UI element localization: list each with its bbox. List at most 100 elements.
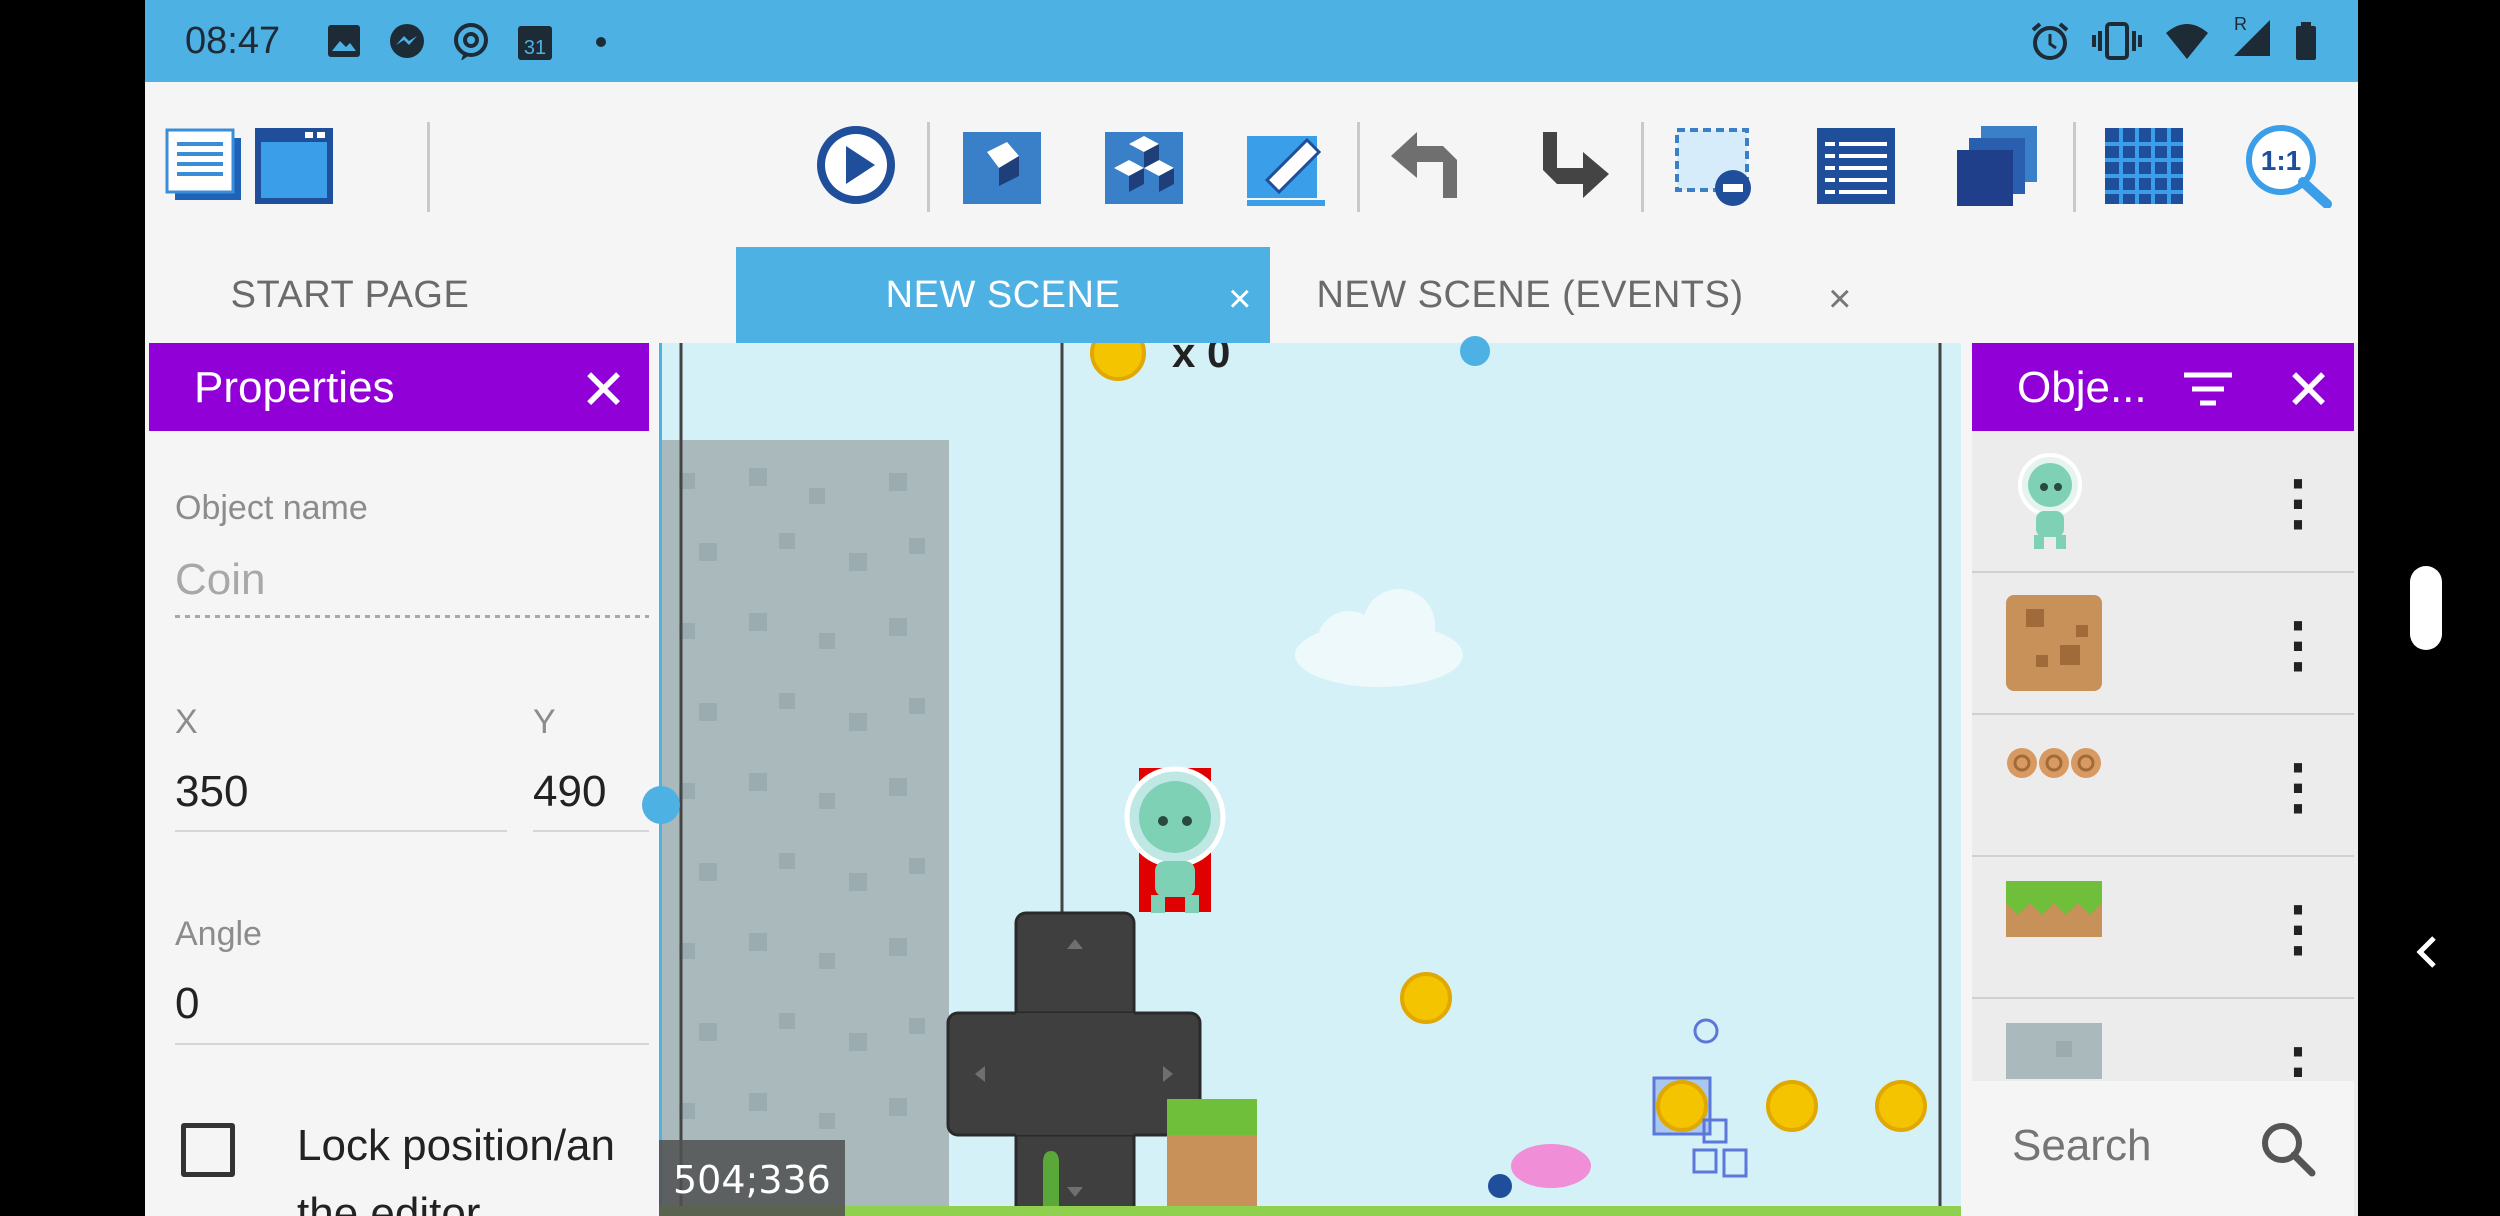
undo-icon [1391, 132, 1457, 198]
edit-layers-button[interactable] [1243, 122, 1329, 208]
log-platform-thumbnail [2007, 748, 2101, 778]
ball-sprite [1488, 1174, 1512, 1198]
more-vert-icon[interactable]: ⋮ [2268, 473, 2328, 533]
scene-window-button[interactable] [251, 122, 337, 208]
tab-new-scene-events[interactable]: NEW SCENE (EVENTS) × [1270, 247, 1870, 343]
properties-title: Properties [194, 363, 395, 412]
lock-position-label-line2: the editor [297, 1189, 481, 1216]
redo-button[interactable] [1527, 122, 1613, 208]
toolbar: 1:1 [145, 82, 2358, 247]
cursor-coordinates: 504;336 [659, 1140, 845, 1216]
messenger-icon [390, 24, 424, 58]
layers-button[interactable] [1955, 122, 2041, 208]
instances-list-icon [1817, 128, 1895, 204]
angle-underline [175, 1043, 649, 1045]
object-item-dirt[interactable]: ⋮ [1972, 573, 2354, 715]
x-label: X [175, 703, 198, 741]
edit-groups-icon [1105, 132, 1183, 204]
dot-icon [596, 37, 606, 47]
more-vert-icon[interactable]: ⋮ [2268, 615, 2328, 675]
object-name-label: Object name [175, 489, 368, 527]
objects-panel: Obje... ✕ ⋮ ⋮ ⋮ ⋮ ⋮ [1972, 343, 2358, 1216]
calendar-icon: 31 [518, 26, 552, 60]
grid-button[interactable] [2101, 122, 2187, 208]
more-vert-icon[interactable]: ⋮ [2268, 899, 2328, 959]
close-icon[interactable]: ✕ [580, 357, 627, 423]
signal-badge: R [2234, 14, 2247, 34]
object-search-bar [1972, 1081, 2354, 1216]
object-item-logs[interactable]: ⋮ [1972, 715, 2354, 857]
toolbar-divider [1641, 122, 1644, 212]
tab-start-page[interactable]: START PAGE [145, 247, 515, 343]
close-icon[interactable]: ✕ [2285, 357, 2332, 423]
edit-groups-button[interactable] [1101, 122, 1187, 208]
scene-canvas[interactable]: x 0 [659, 343, 1961, 1216]
angle-field[interactable]: 0 [175, 979, 199, 1029]
grass-ground-thumbnail [2006, 881, 2102, 937]
project-manager-icon [165, 128, 241, 200]
search-icon[interactable] [2258, 1119, 2318, 1179]
more-vert-icon[interactable]: ⋮ [2268, 757, 2328, 817]
toolbar-divider [2073, 122, 2076, 212]
back-icon[interactable] [2408, 932, 2444, 972]
slime-enemy-sprite [1511, 1144, 1591, 1188]
toolbar-divider [1357, 122, 1360, 212]
properties-panel: Properties ✕ Object name Coin X Y 350 49… [149, 343, 649, 1216]
lock-position-checkbox[interactable] [181, 1123, 235, 1177]
preview-button[interactable] [813, 122, 899, 208]
app-screen: 08:47 31 R 1:1 START PAGE NEW SCENE × NE… [145, 0, 2358, 1216]
project-manager-button[interactable] [163, 122, 249, 208]
angle-label: Angle [175, 915, 262, 953]
undo-button[interactable] [1387, 122, 1473, 208]
zoom-reset-button[interactable]: 1:1 [2243, 122, 2332, 209]
objects-header: Obje... ✕ [1972, 343, 2354, 431]
vibrate-icon [2092, 21, 2142, 60]
rotate-handle [1693, 1018, 1719, 1044]
y-underline [533, 830, 649, 832]
instances-list-button[interactable] [1813, 122, 1899, 208]
grid-icon [2105, 128, 2183, 204]
lock-position-label: Lock position/an [297, 1121, 615, 1170]
dirt-block-thumbnail [2006, 595, 2102, 691]
scene-artwork: x 0 [659, 343, 1961, 1216]
tab-label: NEW SCENE [885, 273, 1121, 316]
search-input[interactable] [2012, 1121, 2252, 1171]
hud-counter: x 0 [1172, 343, 1230, 376]
panel-resize-handle[interactable] [642, 786, 680, 824]
panel-resize-handle[interactable] [1460, 336, 1490, 366]
objects-title: Obje... [2017, 363, 2147, 412]
object-name-field[interactable]: Coin [175, 555, 266, 605]
stone-wall-thumbnail [2006, 1023, 2102, 1079]
redo-icon [1543, 132, 1609, 198]
filter-icon[interactable] [2182, 369, 2234, 409]
tab-bar: START PAGE NEW SCENE × NEW SCENE (EVENTS… [145, 247, 2358, 343]
tab-label: START PAGE [230, 273, 470, 316]
preview-play-icon [817, 126, 895, 204]
wifi-icon [2166, 23, 2208, 59]
coin-sprite [1656, 1080, 1708, 1132]
tab-close-icon[interactable]: × [1228, 277, 1252, 322]
y-field[interactable]: 490 [533, 767, 606, 817]
hud-coin-icon [1090, 343, 1146, 381]
battery-icon [2296, 21, 2316, 60]
resize-handle [1692, 1148, 1718, 1174]
object-item-grass[interactable]: ⋮ [1972, 857, 2354, 999]
tab-close-icon[interactable]: × [1828, 277, 1852, 322]
status-bar: 08:47 31 R [145, 0, 2358, 82]
tab-new-scene[interactable]: NEW SCENE × [736, 247, 1270, 343]
home-pill[interactable] [2410, 566, 2442, 650]
resize-handle [1722, 1148, 1748, 1178]
status-time: 08:47 [185, 20, 281, 62]
system-nav-strip [2358, 0, 2500, 1216]
properties-header: Properties ✕ [149, 343, 649, 431]
x-field[interactable]: 350 [175, 767, 248, 817]
deselect-button[interactable] [1671, 122, 1757, 208]
svg-text:31: 31 [524, 37, 546, 59]
coin-sprite [1400, 972, 1452, 1024]
coin-sprite [1875, 1080, 1927, 1132]
layers-icon [1957, 126, 2037, 206]
object-item-alien[interactable]: ⋮ [1972, 431, 2354, 573]
coin-sprite [1766, 1080, 1818, 1132]
edit-object-button[interactable] [959, 122, 1045, 208]
toolbar-divider [927, 122, 930, 212]
